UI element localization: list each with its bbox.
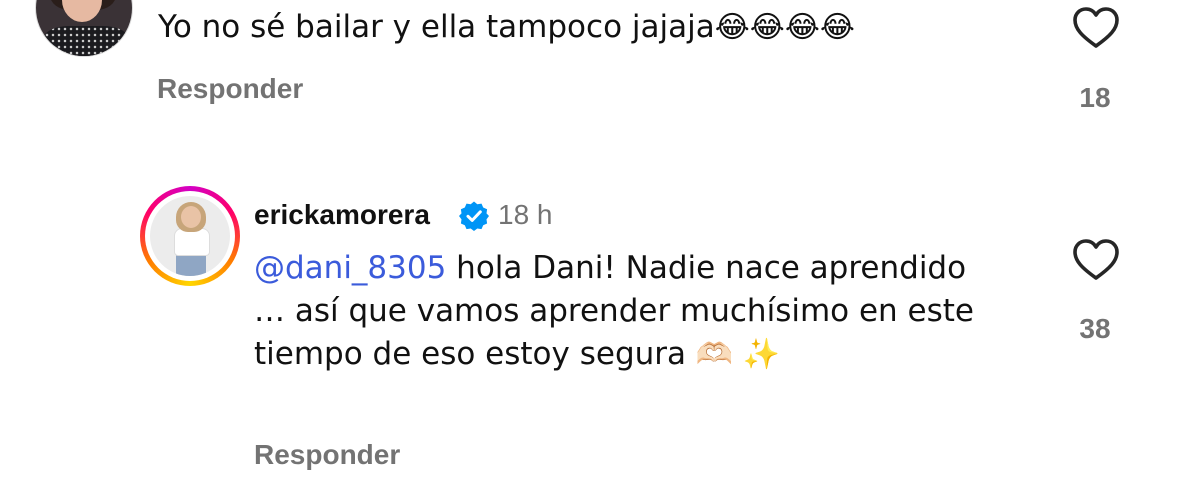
- heart-icon[interactable]: [1072, 238, 1120, 282]
- avatar-shirt: [174, 228, 210, 256]
- like-count: 18: [1079, 82, 1111, 113]
- story-ring-gap: [145, 191, 235, 281]
- comment-text: Yo no sé bailar y ella tampoco jajaja😂😂😂…: [158, 6, 855, 49]
- reply-button[interactable]: Responder: [254, 439, 400, 471]
- avatar[interactable]: [36, 0, 132, 56]
- avatar-garment: [44, 26, 128, 56]
- like-count: 38: [1079, 313, 1111, 344]
- mention-link[interactable]: @dani_8305: [254, 250, 446, 286]
- story-ring[interactable]: [140, 186, 240, 286]
- comment-text: @dani_8305 hola Dani! Nadie nace aprendi…: [254, 247, 974, 376]
- verified-badge-icon: [459, 201, 489, 231]
- reply-button[interactable]: Responder: [157, 73, 303, 105]
- comment-emojis: 🫶🏻 ✨: [695, 337, 781, 372]
- avatar: [150, 196, 230, 276]
- comment-emojis: 😂😂😂😂: [714, 10, 855, 45]
- username[interactable]: erickamorera: [254, 199, 430, 231]
- comment-timestamp: 18 h: [498, 199, 553, 230]
- heart-icon[interactable]: [1072, 6, 1120, 50]
- avatar-face: [181, 206, 201, 228]
- comment-body: Yo no sé bailar y ella tampoco jajaja: [158, 9, 715, 45]
- avatar-face: [62, 0, 102, 22]
- avatar-jeans: [176, 253, 206, 276]
